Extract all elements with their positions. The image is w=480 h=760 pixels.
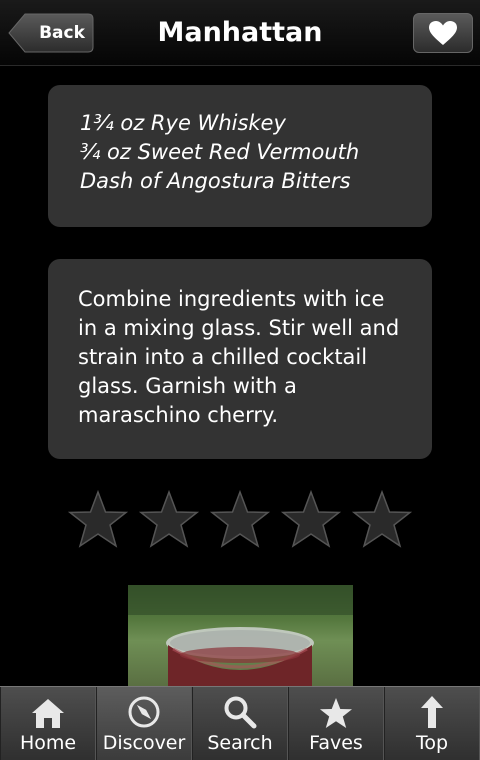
tab-search[interactable]: Search — [192, 687, 288, 760]
home-icon — [32, 699, 64, 728]
tab-home[interactable]: Home — [0, 687, 96, 760]
tab-label: Discover — [102, 732, 186, 754]
tab-label: Search — [207, 732, 273, 754]
tab-label: Home — [19, 732, 77, 754]
ingredient-item: 1¾ oz Rye Whiskey — [80, 111, 286, 135]
ingredient-item: ¾ oz Sweet Red Vermouth — [80, 140, 360, 164]
compass-icon — [128, 696, 160, 728]
cocktail-photo — [128, 585, 353, 686]
star-icon — [320, 698, 352, 728]
ingredient-item: Dash of Angostura Bitters — [80, 169, 351, 193]
heart-icon — [429, 21, 457, 45]
star-rating — [62, 490, 422, 556]
tab-discover[interactable]: Discover — [96, 687, 192, 760]
bottom-tab-bar: Home Discover Search Faves Top — [0, 686, 480, 760]
tab-label: Faves — [309, 732, 363, 754]
rating-star-4[interactable] — [281, 490, 341, 550]
tab-label: Top — [415, 732, 449, 754]
ingredients-card: 1¾ oz Rye Whiskey ¾ oz Sweet Red Vermout… — [48, 85, 432, 227]
rating-star-2[interactable] — [139, 490, 199, 550]
rating-star-1[interactable] — [68, 490, 128, 550]
directions-card: Combine ingredients with ice in a mixing… — [48, 259, 432, 459]
search-icon — [224, 696, 257, 729]
page-title: Manhattan — [157, 17, 323, 48]
favorite-button[interactable] — [413, 13, 473, 53]
directions-text: Combine ingredients with ice in a mixing… — [78, 287, 400, 427]
rating-star-5[interactable] — [352, 490, 412, 550]
rating-star-3[interactable] — [210, 490, 270, 550]
tab-faves[interactable]: Faves — [288, 687, 384, 760]
back-button[interactable]: Back — [8, 13, 94, 53]
back-label: Back — [39, 23, 85, 43]
header-bar: Back Manhattan — [0, 0, 480, 66]
tab-top[interactable]: Top — [384, 687, 480, 760]
arrow-up-icon — [421, 696, 443, 728]
